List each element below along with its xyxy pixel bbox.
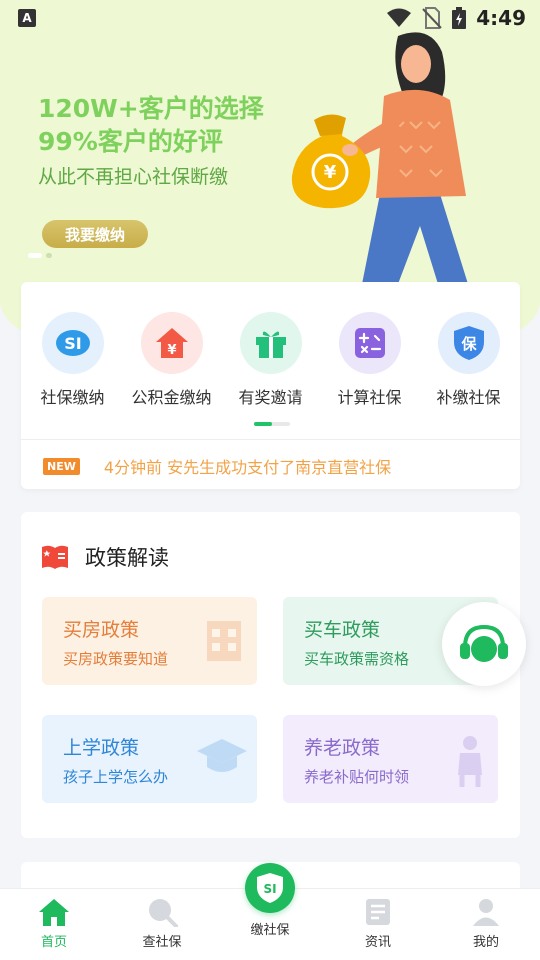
- menu-invite-reward[interactable]: 有奖邀请: [223, 312, 319, 408]
- menu-supplementary-pay[interactable]: 保 补缴社保: [421, 312, 517, 408]
- policy-tile-school[interactable]: 上学政策 孩子上学怎么办: [42, 715, 257, 803]
- policy-book-icon: [42, 545, 68, 569]
- menu-social-insurance-pay[interactable]: SI 社保缴纳: [25, 312, 121, 408]
- policy-title: 政策解读: [85, 546, 169, 570]
- quick-menu-card: SI 社保缴纳 ¥ 公积金缴纳 有奖邀请 计算社保 保 补缴社保 NEW 4分钟…: [21, 282, 520, 489]
- graduation-cap-icon: [197, 739, 247, 772]
- svg-text:SI: SI: [64, 334, 81, 353]
- carousel-dot-active: [28, 253, 42, 258]
- svg-text:保: 保: [460, 335, 477, 353]
- tab-mine[interactable]: 我的: [436, 897, 536, 950]
- menu-calculate-insurance[interactable]: 计算社保: [322, 312, 418, 408]
- calculator-icon: [338, 312, 401, 374]
- house-yuan-icon: ¥: [140, 312, 203, 374]
- news-icon: [366, 899, 390, 925]
- new-badge: NEW: [43, 457, 80, 475]
- clock: 4:49: [476, 6, 526, 30]
- svg-text:SI: SI: [263, 882, 276, 896]
- magnifier-icon: [149, 899, 178, 927]
- tab-pay-insurance[interactable]: SI 缴社保: [220, 863, 320, 938]
- gift-icon: [239, 312, 302, 374]
- elderly-person-icon: [458, 736, 482, 787]
- carousel-dot: [46, 253, 52, 258]
- customer-service-button[interactable]: [442, 602, 526, 686]
- a-notification-icon: A: [18, 9, 36, 27]
- tab-news[interactable]: 资讯: [328, 897, 428, 950]
- home-icon: [39, 899, 69, 926]
- headset-icon: [460, 624, 508, 662]
- banner-headline: 120W+客户的选择 99%客户的好评: [38, 92, 264, 158]
- policy-section: 政策解读 买房政策 买房政策要知道 买车政策 买车政策需资格 上学政策 孩子上学…: [21, 512, 520, 838]
- bottom-tab-bar: 首页 查社保 SI 缴社保 资讯 我的: [0, 863, 540, 960]
- wifi-icon: [387, 8, 412, 27]
- svg-text:¥: ¥: [167, 343, 176, 358]
- woman-money-bag-illustration: ¥: [291, 32, 468, 284]
- policy-tile-house[interactable]: 买房政策 买房政策要知道: [42, 597, 257, 685]
- banner-headline-line1: 120W+客户的选择: [38, 94, 264, 123]
- carousel-dots: [28, 253, 52, 258]
- building-icon: [207, 621, 241, 661]
- tab-home[interactable]: 首页: [4, 897, 104, 950]
- si-shield-icon: SI: [245, 863, 295, 913]
- si-icon: SI: [41, 312, 104, 374]
- ticker-text: 4分钟前 安先生成功支付了南京直营社保: [103, 458, 392, 477]
- user-icon: [473, 899, 499, 926]
- banner-tagline: 从此不再担心社保断缴: [38, 166, 229, 188]
- menu-housing-fund-pay[interactable]: ¥ 公积金缴纳: [124, 312, 220, 408]
- svg-text:¥: ¥: [324, 162, 337, 183]
- divider: [21, 439, 520, 440]
- shield-bao-icon: 保: [437, 312, 500, 374]
- menu-page-indicator: [254, 422, 290, 426]
- policy-tile-pension[interactable]: 养老政策 养老补贴何时领: [283, 715, 498, 803]
- tab-check-insurance[interactable]: 查社保: [112, 897, 212, 950]
- payment-ticker[interactable]: NEW 4分钟前 安先生成功支付了南京直营社保: [43, 454, 391, 478]
- banner-headline-line2: 99%客户的好评: [38, 127, 223, 156]
- pay-now-button[interactable]: 我要缴纳: [42, 220, 148, 248]
